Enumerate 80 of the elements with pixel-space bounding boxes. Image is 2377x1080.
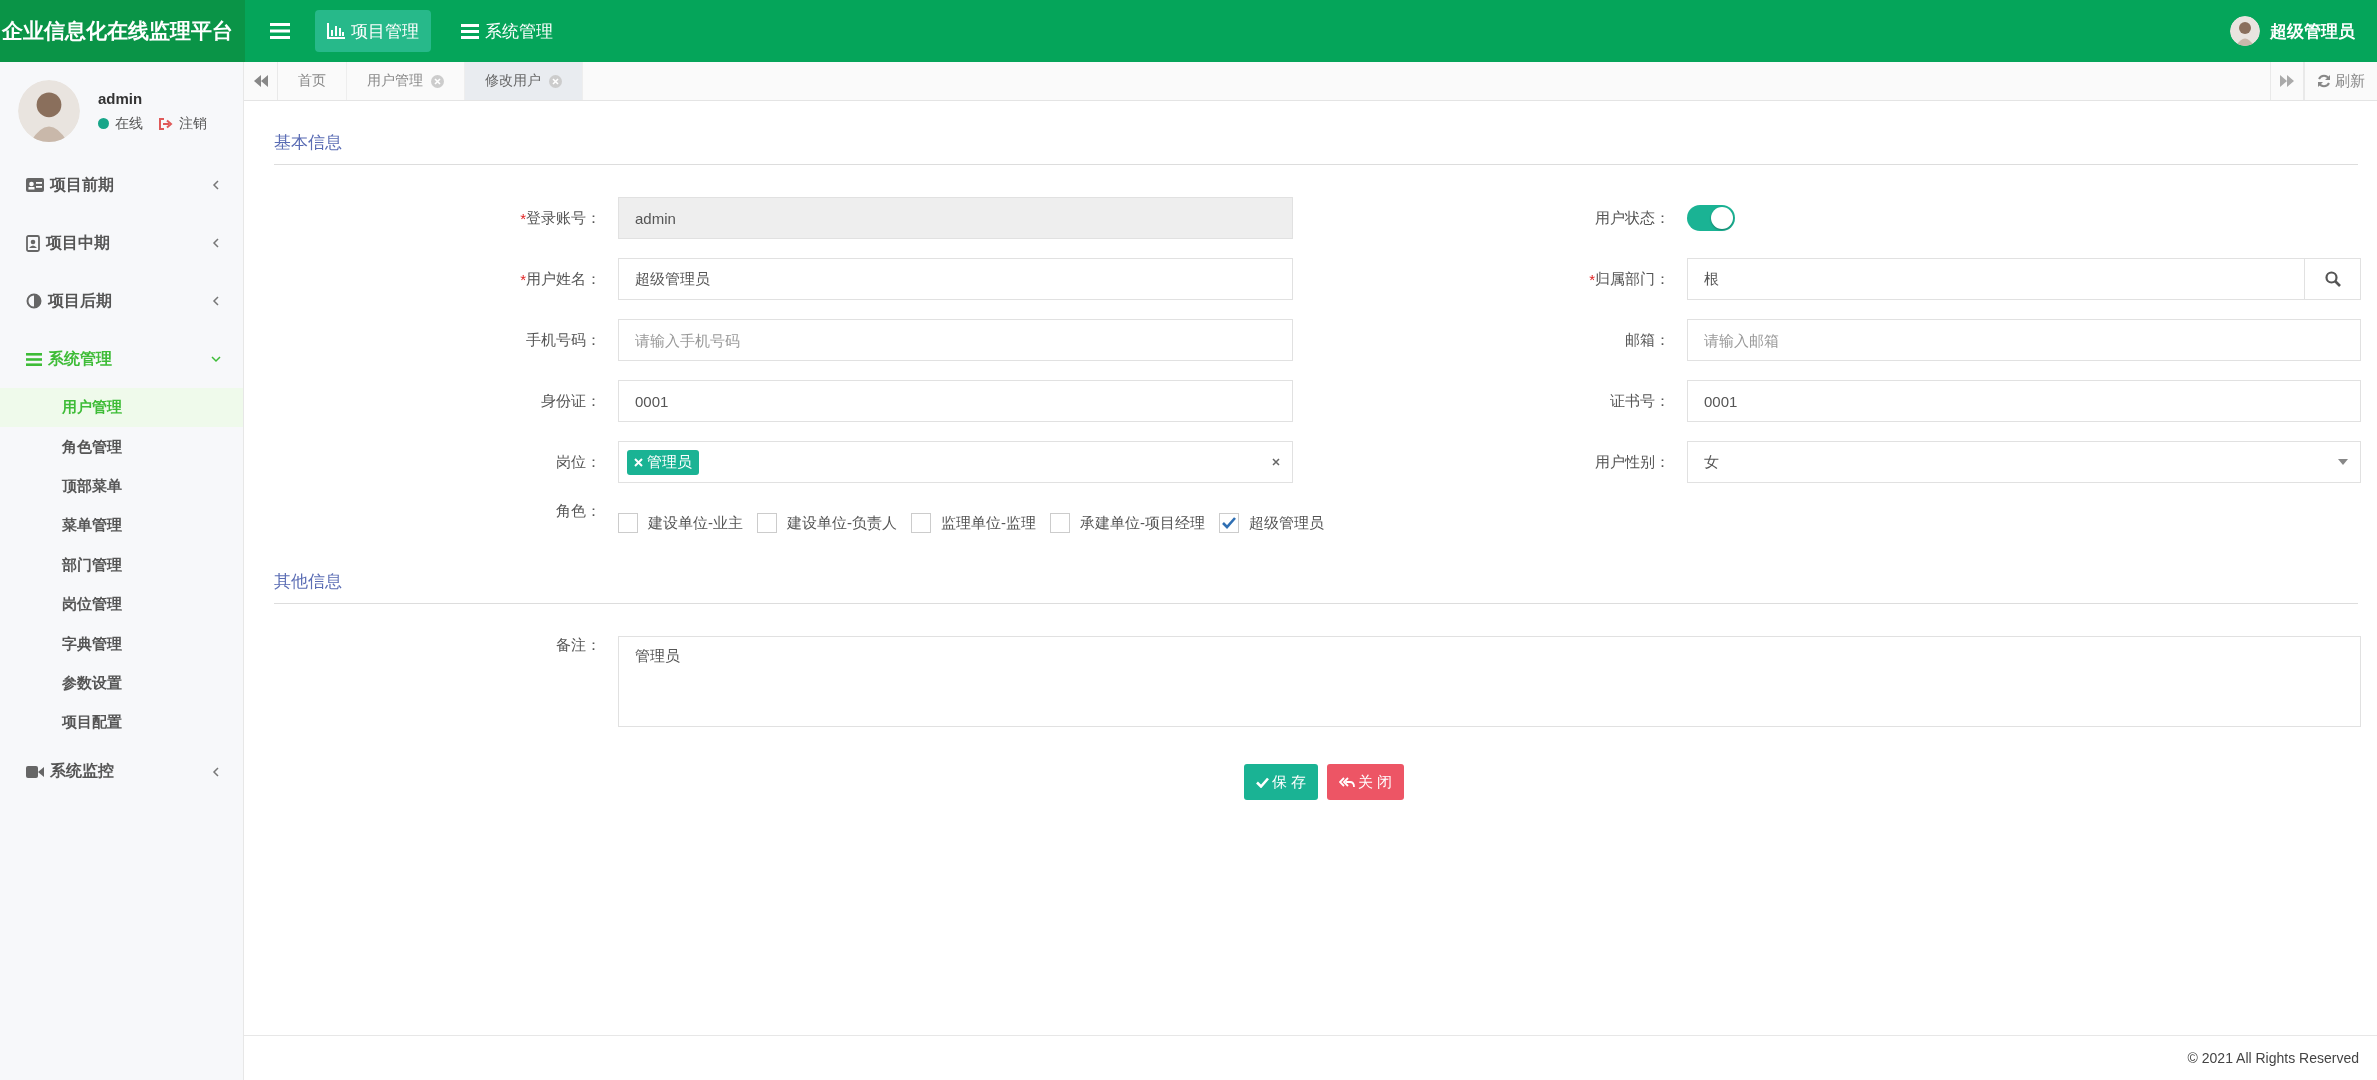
contrast-icon: [26, 293, 42, 309]
portrait-icon: [26, 234, 40, 252]
text-field[interactable]: 请输入手机号码: [618, 319, 1293, 361]
field-label: 岗位：: [556, 452, 601, 472]
checkbox[interactable]: [757, 513, 777, 533]
remove-icon: [634, 457, 643, 467]
sidebar-subitem[interactable]: 部门管理: [0, 545, 243, 585]
logout-link[interactable]: 注销: [179, 114, 207, 133]
sidebar-subitem[interactable]: 字典管理: [0, 624, 243, 664]
scroll-right-button[interactable]: [2270, 62, 2304, 100]
checkbox[interactable]: [1050, 513, 1070, 533]
sidebar-item[interactable]: 系统监控: [0, 742, 243, 801]
footer-text: © 2021 All Rights Reserved: [2187, 1050, 2359, 1066]
checkbox[interactable]: [911, 513, 931, 533]
refresh-button[interactable]: 刷新: [2304, 62, 2377, 100]
sidebar-subitem[interactable]: 项目配置: [0, 703, 243, 743]
close-icon: [431, 74, 444, 88]
close-icon: [549, 74, 562, 88]
field-label: 备注：: [556, 636, 601, 655]
avatar-icon: [18, 80, 80, 142]
select-field[interactable]: 女: [1687, 441, 2361, 483]
search-button[interactable]: [2305, 258, 2361, 300]
field-label: 证书号：: [1610, 391, 1670, 411]
id-card-icon: [26, 178, 44, 192]
text-area[interactable]: 管理员: [618, 636, 2361, 727]
field-label: 归属部门：: [1595, 269, 1670, 289]
field-label: 用户状态：: [1595, 208, 1670, 228]
text-field[interactable]: 0001: [618, 380, 1293, 422]
page-tab[interactable]: 首页: [278, 62, 347, 100]
sidebar-item[interactable]: 项目后期: [0, 272, 243, 330]
sidebar-item[interactable]: 项目中期: [0, 214, 243, 272]
double-right-icon: [2280, 75, 2294, 87]
checkbox[interactable]: [1219, 513, 1239, 533]
toggle-switch[interactable]: [1687, 205, 1735, 231]
checkbox-label: 超级管理员: [1249, 513, 1324, 533]
field-label: 身份证：: [541, 391, 601, 411]
text-field[interactable]: 超级管理员: [618, 258, 1293, 300]
checkbox-label: 建设单位-负责人: [787, 513, 897, 533]
required-mark: *: [520, 209, 526, 227]
text-field[interactable]: 请输入邮箱: [1687, 319, 2361, 361]
reply-all-icon: [1339, 776, 1355, 788]
section-title: 其他信息: [274, 572, 342, 591]
text-field[interactable]: 根: [1687, 258, 2305, 300]
logout-icon: [159, 117, 173, 130]
field-label: 登录账号：: [526, 208, 601, 228]
app-title: 企业信息化在线监理平台: [2, 17, 233, 45]
sidebar-subitem[interactable]: 参数设置: [0, 663, 243, 704]
sidebar-subitem[interactable]: 角色管理: [0, 427, 243, 467]
sidebar-item[interactable]: 项目前期: [0, 156, 243, 214]
checkbox-label: 承建单位-项目经理: [1080, 513, 1205, 533]
page-tab[interactable]: 修改用户: [465, 62, 583, 100]
list-icon: [461, 23, 479, 39]
status-text: 在线: [115, 114, 143, 133]
menu-icon[interactable]: [270, 23, 290, 39]
user-name: admin: [98, 89, 144, 107]
field-label: 用户性别：: [1595, 452, 1670, 472]
text-field[interactable]: 0001: [1687, 380, 2361, 422]
field-label: 角色：: [556, 502, 601, 521]
field-label: 邮箱：: [1625, 330, 1670, 350]
sidebar-subitem[interactable]: 顶部菜单: [0, 466, 243, 507]
list-icon: [26, 352, 42, 366]
sidebar-subitem[interactable]: 菜单管理: [0, 506, 243, 546]
check-icon: [1255, 776, 1269, 788]
field-label: 用户姓名：: [526, 269, 601, 289]
video-camera-icon: [26, 765, 44, 778]
required-mark: *: [520, 270, 526, 288]
search-icon: [2324, 271, 2341, 287]
caret-icon: [2338, 459, 2348, 465]
bar-chart-icon: [327, 23, 345, 39]
section-title: 基本信息: [274, 133, 342, 152]
field-label: 手机号码：: [526, 330, 601, 350]
double-left-icon: [253, 75, 268, 87]
checkbox-label: 监理单位-监理: [941, 513, 1036, 533]
sidebar-subitem[interactable]: 岗位管理: [0, 584, 243, 625]
clear-icon: [1272, 458, 1280, 466]
avatar-icon: [2230, 16, 2260, 46]
refresh-icon: [2317, 74, 2331, 88]
required-mark: *: [1589, 270, 1595, 288]
checkbox-label: 建设单位-业主: [648, 513, 743, 533]
checkbox[interactable]: [618, 513, 638, 533]
